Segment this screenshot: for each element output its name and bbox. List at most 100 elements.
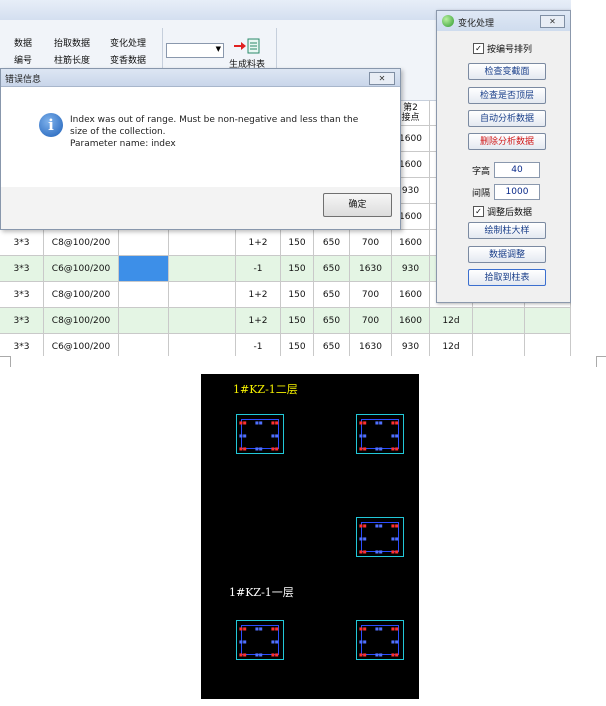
table-cell[interactable]: 3*3 (0, 256, 44, 282)
table-cell[interactable]: 150 (281, 256, 314, 282)
delete-analysis-button[interactable]: 删除分析数据 (468, 133, 546, 150)
table-cell[interactable]: C6@100/200 (44, 256, 119, 282)
table-cell[interactable]: 650 (314, 230, 350, 256)
error-dialog: 错误信息 ✕ i Index was out of range. Must be… (0, 68, 401, 230)
table-cell[interactable] (169, 230, 236, 256)
rebar-mark: ■■ (359, 433, 367, 438)
table-cell[interactable]: 650 (314, 282, 350, 308)
table-cell[interactable]: C8@100/200 (44, 282, 119, 308)
rebar-mark: ■■ (391, 523, 399, 528)
table-cell[interactable]: 1+2 (236, 282, 281, 308)
table-cell[interactable]: 150 (281, 308, 314, 334)
table-cell[interactable]: -1 (236, 334, 281, 356)
rebar-mark: ■■ (271, 639, 279, 644)
column-section: ■■ ■■ ■■ ■■ ■■ ■■ ■■ ■■ (236, 414, 284, 454)
table-cell[interactable] (525, 308, 571, 334)
column-section: ■■ ■■ ■■ ■■ ■■ ■■ ■■ ■■ (356, 620, 404, 660)
table-cell[interactable] (525, 334, 571, 356)
sort-by-number-checkbox[interactable]: ✓ (473, 43, 484, 54)
table-cell[interactable]: 3*3 (0, 308, 44, 334)
table-cell[interactable] (169, 334, 236, 356)
layer-combo[interactable]: ▼ (166, 43, 224, 58)
rebar-mark: ■■ (391, 536, 399, 541)
table-cell[interactable]: 700 (350, 308, 392, 334)
table-cell[interactable] (119, 334, 169, 356)
table-cell[interactable]: 12d (430, 334, 473, 356)
table-cell[interactable]: 1600 (392, 308, 430, 334)
adjusted-data-checkbox[interactable]: ✓ (473, 206, 484, 217)
error-message-line1: Index was out of range. Must be non-nega… (70, 115, 359, 125)
table-cell[interactable]: 650 (314, 256, 350, 282)
close-icon[interactable]: ✕ (369, 72, 395, 85)
table-cell[interactable]: -1 (236, 256, 281, 282)
rebar-mark: ■■ (271, 420, 279, 425)
table-cell[interactable]: 3*3 (0, 334, 44, 356)
table-cell[interactable] (169, 308, 236, 334)
rebar-mark: ■■ (359, 626, 367, 631)
ribbon-item-view-data[interactable]: 变香数据 (110, 53, 146, 66)
ribbon-item-rebar-length[interactable]: 柱筋长度 (54, 53, 90, 66)
column-section: ■■ ■■ ■■ ■■ ■■ ■■ ■■ ■■ (236, 620, 284, 660)
rebar-mark: ■■ (391, 446, 399, 451)
table-cell[interactable] (119, 230, 169, 256)
adjust-data-button[interactable]: 数据调整 (468, 246, 546, 263)
rebar-mark: ■■ (239, 446, 247, 451)
table-cell[interactable]: 700 (350, 230, 392, 256)
table-cell[interactable]: C8@100/200 (44, 308, 119, 334)
cad-title-floor2: 1#KZ-1二层 (233, 383, 298, 396)
selected-cell[interactable] (119, 256, 169, 282)
table-cell[interactable]: 650 (314, 308, 350, 334)
table-cell[interactable]: 150 (281, 230, 314, 256)
table-cell[interactable]: 930 (392, 256, 430, 282)
table-cell[interactable] (119, 282, 169, 308)
table-cell[interactable] (169, 256, 236, 282)
draw-column-detail-button[interactable]: 绘制柱大样 (468, 222, 546, 239)
table-cell[interactable]: 650 (314, 334, 350, 356)
panel-title-bar: 变化处理 ✕ (437, 11, 570, 31)
table-cell[interactable]: 930 (392, 334, 430, 356)
rebar-mark: ■■ (391, 652, 399, 657)
ribbon-item-pick-data[interactable]: 抬取数据 (54, 36, 90, 49)
table-cell[interactable]: 150 (281, 282, 314, 308)
table-cell[interactable]: 700 (350, 282, 392, 308)
table-cell[interactable] (473, 308, 525, 334)
table-cell[interactable]: 1+2 (236, 230, 281, 256)
page-corner-mark (596, 356, 606, 367)
ok-button[interactable]: 确定 (323, 193, 392, 217)
table-cell[interactable]: 1+2 (236, 308, 281, 334)
panel-title: 变化处理 (458, 19, 495, 29)
table-cell[interactable]: C6@100/200 (44, 334, 119, 356)
table-cell[interactable]: 1600 (392, 230, 430, 256)
rebar-mark: ■■ (255, 652, 263, 657)
table-cell[interactable]: 3*3 (0, 282, 44, 308)
rebar-mark: ■■ (375, 420, 383, 425)
generate-table-icon[interactable] (232, 38, 262, 54)
ribbon-item-data[interactable]: 数据 (14, 36, 32, 49)
rebar-mark: ■■ (359, 536, 367, 541)
table-cell[interactable]: 1600 (392, 282, 430, 308)
auto-analyze-button[interactable]: 自动分析数据 (468, 110, 546, 127)
spacing-input[interactable]: 1000 (494, 184, 540, 200)
font-height-input[interactable]: 40 (494, 162, 540, 178)
pick-to-column-table-button[interactable]: 拾取到柱表 (468, 269, 546, 286)
rebar-mark: ■■ (255, 626, 263, 631)
table-cell[interactable]: C8@100/200 (44, 230, 119, 256)
rebar-mark: ■■ (375, 652, 383, 657)
table-cell[interactable]: 150 (281, 334, 314, 356)
ribbon-item-number[interactable]: 编号 (14, 53, 32, 66)
table-cell[interactable]: 1630 (350, 334, 392, 356)
check-top-floor-button[interactable]: 检查是否顶层 (468, 87, 546, 104)
table-cell[interactable]: 12d (430, 308, 473, 334)
table-cell[interactable]: 1630 (350, 256, 392, 282)
table-row[interactable]: 3*3 C8@100/200 1+2 150 650 700 1600 12d (0, 308, 571, 334)
table-cell[interactable] (473, 334, 525, 356)
close-icon[interactable]: ✕ (540, 15, 565, 28)
table-cell[interactable] (169, 282, 236, 308)
table-cell[interactable] (119, 308, 169, 334)
ribbon-item-change-process[interactable]: 变化处理 (110, 36, 146, 49)
table-cell[interactable]: 3*3 (0, 230, 44, 256)
table-row[interactable]: 3*3 C6@100/200 -1 150 650 1630 930 12d (0, 334, 571, 356)
header-joint2-top: 第2 (403, 103, 418, 113)
rebar-mark: ■■ (391, 420, 399, 425)
check-section-button[interactable]: 检查变截面 (468, 63, 546, 80)
